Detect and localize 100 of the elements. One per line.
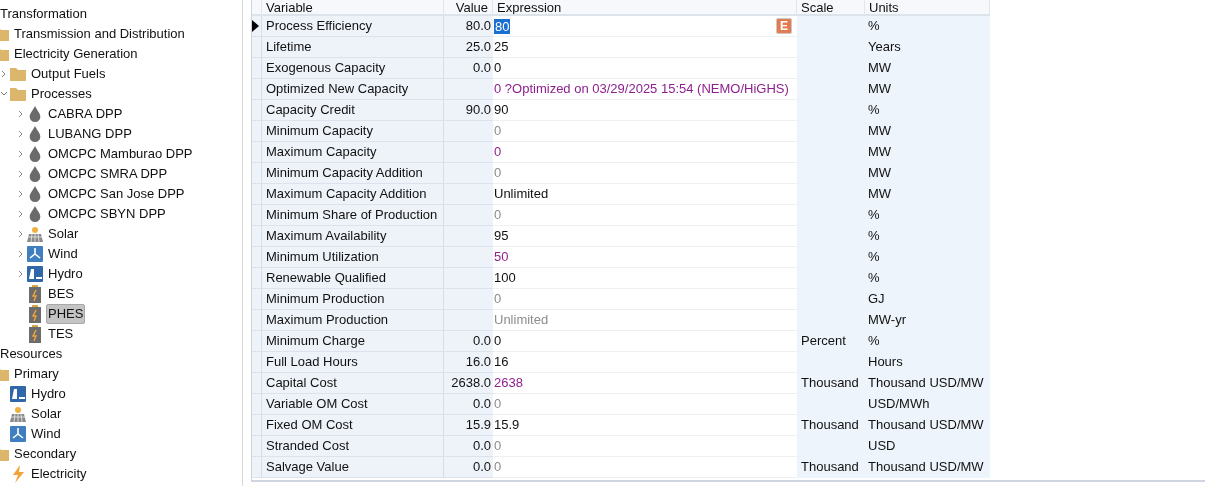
tree-item[interactable]: Transmission and Distribution bbox=[12, 24, 187, 44]
drop-icon bbox=[29, 206, 41, 222]
tree-item[interactable]: Solar bbox=[46, 224, 81, 244]
units-cell: Thousand USD/MW bbox=[865, 457, 990, 478]
units-cell: Years bbox=[865, 37, 990, 58]
selected-tree-item[interactable]: PHES bbox=[46, 304, 86, 324]
expand-chevron-icon[interactable] bbox=[18, 230, 24, 238]
tree-item[interactable]: Secondary bbox=[12, 444, 79, 464]
expression-text[interactable]: 0 bbox=[494, 142, 502, 162]
expand-chevron-icon[interactable] bbox=[18, 170, 24, 178]
units-cell: % bbox=[865, 226, 990, 247]
expand-chevron-icon[interactable] bbox=[18, 150, 24, 158]
expression-text[interactable]: 0 bbox=[494, 121, 502, 141]
tree-item[interactable]: TES bbox=[46, 324, 76, 344]
folder-icon bbox=[10, 67, 26, 81]
value-cell: 16.0 bbox=[444, 352, 493, 373]
expand-chevron-icon[interactable] bbox=[18, 270, 24, 278]
column-header[interactable]: Expression bbox=[493, 0, 797, 16]
tree-item[interactable]: Hydro bbox=[46, 264, 85, 284]
variable-name: Full Load Hours bbox=[262, 352, 444, 373]
tree-item[interactable]: OMCPC SBYN DPP bbox=[46, 204, 168, 224]
scale-cell: Thousand bbox=[797, 373, 865, 394]
units-cell: MW bbox=[865, 79, 990, 100]
expression-text[interactable]: 16 bbox=[494, 352, 509, 372]
expand-chevron-icon[interactable] bbox=[18, 110, 24, 118]
scale-cell: Thousand bbox=[797, 457, 865, 478]
expression-text[interactable]: 0 bbox=[494, 163, 502, 183]
tree-item[interactable]: Electricity bbox=[29, 464, 89, 484]
expand-chevron-icon[interactable] bbox=[1, 70, 7, 78]
units-cell: MW-yr bbox=[865, 310, 990, 331]
drop-icon bbox=[29, 186, 41, 202]
column-header[interactable]: Scale bbox=[797, 0, 865, 16]
tree-item[interactable]: Transformation bbox=[0, 4, 89, 24]
variable-name: Renewable Qualified bbox=[262, 268, 444, 289]
units-cell: % bbox=[865, 205, 990, 226]
expression-text[interactable]: 25 bbox=[494, 37, 509, 57]
expression-text[interactable]: 100 bbox=[494, 268, 516, 288]
value-cell: 0.0 bbox=[444, 394, 493, 415]
tree-item[interactable]: Wind bbox=[46, 244, 80, 264]
expand-chevron-icon[interactable] bbox=[18, 130, 24, 138]
units-cell: % bbox=[865, 247, 990, 268]
variable-name: Optimized New Capacity bbox=[262, 79, 444, 100]
tree-item[interactable]: Electricity Generation bbox=[12, 44, 140, 64]
tree-item[interactable]: Output Fuels bbox=[29, 64, 108, 84]
expression-text[interactable]: Unlimited bbox=[494, 310, 549, 330]
expand-chevron-icon[interactable] bbox=[18, 210, 24, 218]
tree-item[interactable]: Hydro bbox=[29, 384, 68, 404]
variable-name: Minimum Utilization bbox=[262, 247, 444, 268]
variable-name: Exogenous Capacity bbox=[262, 58, 444, 79]
expression-text[interactable]: 0 bbox=[494, 394, 502, 414]
variable-name: Fixed OM Cost bbox=[262, 415, 444, 436]
folder-icon bbox=[10, 87, 26, 101]
expression-text[interactable]: 0 ?Optimized on 03/29/2025 15:54 (NEMO/HiGHS) bbox=[494, 79, 789, 99]
expression-text[interactable]: 0 bbox=[494, 457, 502, 477]
column-header[interactable]: Variable bbox=[262, 0, 444, 16]
tree-item[interactable]: Resources bbox=[0, 344, 65, 364]
tree-item[interactable]: OMCPC Mamburao DPP bbox=[46, 144, 195, 164]
tree-item[interactable]: Processes bbox=[29, 84, 94, 104]
tree-item[interactable]: CABRA DPP bbox=[46, 104, 125, 124]
units-cell: MW bbox=[865, 121, 990, 142]
value-cell: 0.0 bbox=[444, 436, 493, 457]
expression-text[interactable]: 50 bbox=[494, 247, 509, 267]
tree-item[interactable]: BES bbox=[46, 284, 76, 304]
units-cell: Thousand USD/MW bbox=[865, 415, 990, 436]
column-header[interactable]: Value bbox=[444, 0, 493, 16]
units-cell: Hours bbox=[865, 352, 990, 373]
drop-icon bbox=[29, 126, 41, 142]
tree-item[interactable]: OMCPC San Jose DPP bbox=[46, 184, 187, 204]
expression-text[interactable]: 0 bbox=[494, 205, 502, 225]
units-cell: % bbox=[865, 16, 990, 37]
expression-text[interactable]: 80 bbox=[494, 18, 511, 34]
tree-item[interactable]: Solar bbox=[29, 404, 64, 424]
expression-text[interactable]: 2638 bbox=[494, 373, 523, 393]
expression-text[interactable]: 95 bbox=[494, 226, 509, 246]
expand-chevron-icon[interactable] bbox=[18, 190, 24, 198]
variable-name: Variable OM Cost bbox=[262, 394, 444, 415]
wind-turbine-icon bbox=[27, 246, 43, 262]
tree-item[interactable]: Wind bbox=[29, 424, 63, 444]
tree-item[interactable]: OMCPC SMRA DPP bbox=[46, 164, 170, 184]
value-cell: 2638.0 bbox=[444, 373, 493, 394]
variable-name: Maximum Capacity Addition bbox=[262, 184, 444, 205]
expand-chevron-icon[interactable] bbox=[18, 250, 24, 258]
tree-item[interactable]: LUBANG DPP bbox=[46, 124, 134, 144]
expression-text[interactable]: 0 bbox=[494, 58, 502, 78]
expression-text[interactable]: 0 bbox=[494, 289, 502, 309]
units-cell: MW bbox=[865, 184, 990, 205]
battery-icon bbox=[29, 325, 41, 343]
tree-item[interactable]: Primary bbox=[12, 364, 61, 384]
units-cell: % bbox=[865, 268, 990, 289]
drop-icon bbox=[29, 146, 41, 162]
expression-text[interactable]: 0 bbox=[494, 331, 502, 351]
expression-text[interactable]: 15.9 bbox=[494, 415, 520, 435]
lightning-icon bbox=[11, 465, 25, 483]
collapse-chevron-icon[interactable] bbox=[0, 91, 8, 97]
column-header[interactable]: Units bbox=[865, 0, 990, 16]
units-cell: MW bbox=[865, 142, 990, 163]
expression-text[interactable]: 90 bbox=[494, 100, 509, 120]
expression-text[interactable]: Unlimited bbox=[494, 184, 549, 204]
variable-name: Minimum Capacity Addition bbox=[262, 163, 444, 184]
expression-text[interactable]: 0 bbox=[494, 436, 502, 456]
